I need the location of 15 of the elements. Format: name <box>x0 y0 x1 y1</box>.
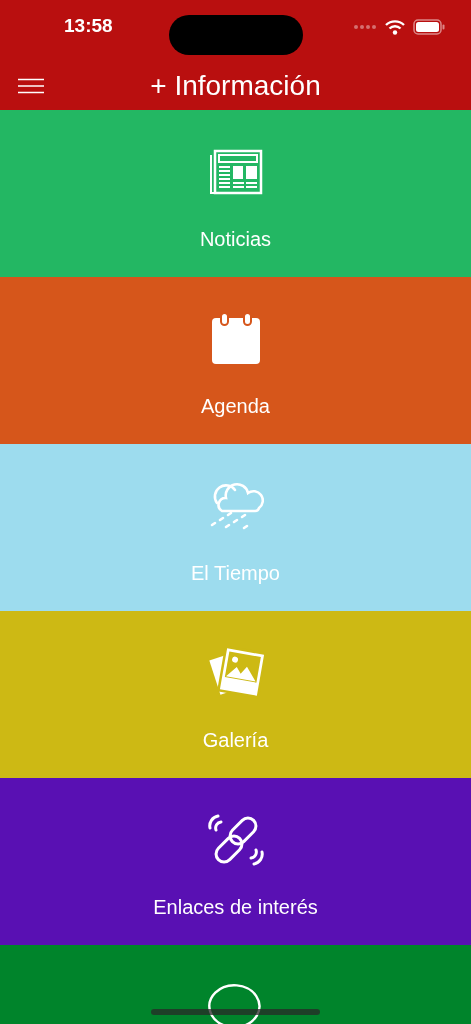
newspaper-icon <box>207 149 264 195</box>
menu-tile[interactable]: Enlaces de interés <box>0 778 471 945</box>
status-time: 13:58 <box>64 15 113 37</box>
menu-tile[interactable]: Galería <box>0 611 471 778</box>
menu-tile[interactable]: El Tiempo <box>0 444 471 611</box>
menu-tile[interactable]: Noticias <box>0 110 471 277</box>
speech-bubble-icon <box>207 982 264 1024</box>
calendar-icon <box>210 312 261 366</box>
menu-icon[interactable] <box>18 78 44 94</box>
page-title: + Información <box>150 70 321 102</box>
signal-icon <box>353 24 377 30</box>
battery-icon <box>413 19 445 35</box>
wifi-icon <box>385 19 405 35</box>
menu-tile[interactable]: Agenda <box>0 277 471 444</box>
chain-link-icon <box>206 812 265 868</box>
